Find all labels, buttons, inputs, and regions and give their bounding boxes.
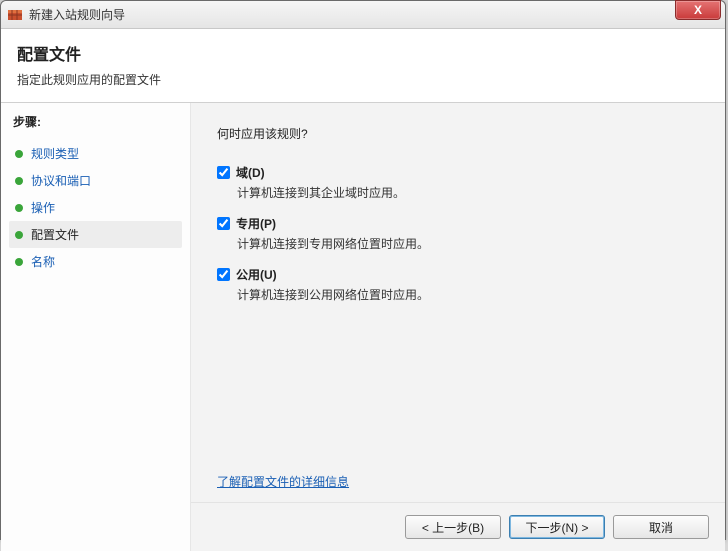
step-action[interactable]: 操作: [9, 194, 182, 221]
wizard-body: 步骤: 规则类型 协议和端口 操作 配置文件 名称 何: [1, 103, 725, 551]
page-title: 配置文件: [17, 41, 709, 65]
learn-more-link[interactable]: 了解配置文件的详细信息: [217, 473, 699, 490]
window-title: 新建入站规则向导: [29, 6, 125, 23]
step-label: 配置文件: [31, 226, 79, 243]
content-pane: 何时应用该规则? 域(D) 计算机连接到其企业域时应用。 专用(P) 计算机连接…: [191, 103, 725, 551]
cancel-button[interactable]: 取消: [613, 515, 709, 539]
bullet-icon: [15, 231, 23, 239]
option-domain: 域(D) 计算机连接到其企业域时应用。: [217, 164, 699, 201]
step-label: 协议和端口: [31, 172, 91, 189]
step-rule-type[interactable]: 规则类型: [9, 140, 182, 167]
option-public: 公用(U) 计算机连接到公用网络位置时应用。: [217, 266, 699, 303]
option-private-desc: 计算机连接到专用网络位置时应用。: [237, 235, 699, 252]
steps-heading: 步骤:: [13, 113, 182, 130]
step-label: 操作: [31, 199, 55, 216]
checkbox-public[interactable]: [217, 268, 230, 281]
option-domain-label: 域(D): [236, 164, 265, 181]
step-label: 规则类型: [31, 145, 79, 162]
step-label: 名称: [31, 253, 55, 270]
wizard-footer: < 上一步(B) 下一步(N) > 取消: [191, 502, 725, 551]
firewall-icon: [7, 7, 23, 23]
bullet-icon: [15, 204, 23, 212]
step-profile[interactable]: 配置文件: [9, 221, 182, 248]
page-subtitle: 指定此规则应用的配置文件: [17, 71, 709, 88]
checkbox-private[interactable]: [217, 217, 230, 230]
option-domain-desc: 计算机连接到其企业域时应用。: [237, 184, 699, 201]
titlebar: 新建入站规则向导 X: [1, 1, 725, 29]
close-icon: X: [694, 3, 702, 17]
steps-sidebar: 步骤: 规则类型 协议和端口 操作 配置文件 名称: [1, 103, 191, 551]
next-button[interactable]: 下一步(N) >: [509, 515, 605, 539]
back-button[interactable]: < 上一步(B): [405, 515, 501, 539]
checkbox-domain[interactable]: [217, 166, 230, 179]
option-public-label: 公用(U): [236, 266, 277, 283]
option-private-label: 专用(P): [236, 215, 276, 232]
wizard-header: 配置文件 指定此规则应用的配置文件: [1, 29, 725, 103]
close-button[interactable]: X: [675, 0, 721, 20]
step-protocol-ports[interactable]: 协议和端口: [9, 167, 182, 194]
option-public-desc: 计算机连接到公用网络位置时应用。: [237, 286, 699, 303]
prompt-text: 何时应用该规则?: [217, 125, 699, 142]
wizard-window: 新建入站规则向导 X 配置文件 指定此规则应用的配置文件 步骤: 规则类型 协议…: [0, 0, 726, 540]
option-private: 专用(P) 计算机连接到专用网络位置时应用。: [217, 215, 699, 252]
step-name[interactable]: 名称: [9, 248, 182, 275]
bullet-icon: [15, 177, 23, 185]
bullet-icon: [15, 258, 23, 266]
bullet-icon: [15, 150, 23, 158]
